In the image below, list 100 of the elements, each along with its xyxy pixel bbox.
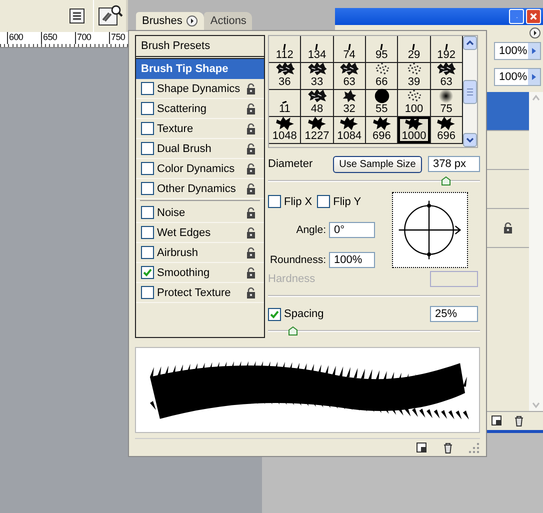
lock-icon[interactable]	[246, 182, 256, 194]
brush-tip-icon	[380, 44, 384, 50]
list-item[interactable]: Brush Tip Shape	[136, 59, 264, 79]
checkbox-label[interactable]: Spacing	[284, 308, 324, 320]
checkbox[interactable]	[141, 182, 154, 195]
option-label[interactable]: Noise	[157, 206, 243, 218]
brush-tip[interactable]: 63	[334, 63, 366, 90]
new-page-icon[interactable]	[416, 442, 428, 454]
brush-tip[interactable]: 39	[398, 63, 431, 90]
minimize-button[interactable]	[509, 9, 524, 24]
brush-tip[interactable]: 55	[366, 90, 398, 117]
brush-tip[interactable]: 33	[301, 63, 334, 90]
brush-tip[interactable]: 1000	[398, 117, 431, 144]
scroll-thumb-icon[interactable]	[463, 80, 477, 104]
sample-size-button[interactable]: Use Sample Size	[333, 156, 422, 172]
checkbox[interactable]	[141, 226, 154, 239]
angle-field[interactable]: 0°	[329, 222, 375, 238]
close-icon[interactable]	[529, 12, 538, 21]
brush-tip[interactable]: 1227	[301, 117, 334, 144]
brush-tip-icon	[348, 44, 351, 50]
checkbox[interactable]	[141, 286, 154, 299]
brush-tip-icon	[315, 44, 318, 50]
lock-icon[interactable]	[246, 246, 256, 258]
spacing-field[interactable]: 25%	[430, 306, 478, 322]
checkbox[interactable]	[317, 195, 330, 208]
percent-field[interactable]: 100%	[494, 68, 541, 86]
panel-tab[interactable]: Actions	[204, 12, 252, 30]
checkbox[interactable]	[141, 142, 154, 155]
trash-icon[interactable]	[513, 415, 525, 427]
option-label[interactable]: Shape Dynamics	[157, 82, 243, 94]
field-label: Roundness:	[268, 254, 326, 266]
diameter-field[interactable]: 378 px	[428, 156, 480, 172]
percent-field[interactable]: 100%	[494, 42, 541, 60]
lock-icon[interactable]	[246, 102, 256, 114]
brush-tip[interactable]: 36	[269, 63, 302, 90]
checkbox[interactable]	[268, 195, 281, 208]
slider-thumb[interactable]	[441, 176, 452, 186]
option-label[interactable]: Dual Brush	[157, 142, 243, 154]
trash-icon[interactable]	[442, 442, 454, 454]
lock-icon[interactable]	[246, 162, 256, 174]
brush-tip[interactable]: 32	[334, 90, 366, 117]
brush-tip[interactable]: 29	[398, 36, 431, 63]
brush-tip[interactable]: 74	[334, 36, 366, 63]
checkbox[interactable]	[141, 102, 154, 115]
slider-thumb[interactable]	[288, 326, 298, 336]
field-label: Diameter	[268, 158, 314, 170]
close-button[interactable]	[526, 9, 541, 24]
document-magnifier-icon[interactable]	[97, 4, 123, 28]
scroll-up-icon[interactable]	[463, 36, 477, 50]
brush-tip-icon	[283, 44, 286, 50]
scroll-down-icon[interactable]	[463, 133, 477, 147]
option-label[interactable]: Other Dynamics	[157, 182, 243, 194]
field-value: 100%	[499, 70, 528, 85]
resize-grip-icon[interactable]	[468, 442, 480, 454]
lock-icon[interactable]	[246, 206, 256, 218]
brush-shape-preview[interactable]	[392, 192, 468, 268]
lock-icon[interactable]	[246, 142, 256, 154]
checkbox-label[interactable]: Flip Y	[333, 196, 362, 208]
arrow-right-icon[interactable]	[528, 69, 540, 85]
field-label: Hardness	[268, 273, 316, 285]
checkbox[interactable]	[268, 308, 281, 320]
checkbox[interactable]	[141, 162, 154, 175]
checkbox[interactable]	[141, 246, 154, 259]
lock-icon[interactable]	[246, 226, 256, 238]
lock-icon[interactable]	[246, 286, 256, 298]
brush-tip[interactable]: 48	[301, 90, 334, 117]
brush-tip[interactable]: 696	[430, 117, 463, 144]
checkbox[interactable]	[141, 82, 154, 95]
checkbox[interactable]	[141, 266, 154, 279]
lock-icon[interactable]	[246, 122, 256, 134]
checkbox[interactable]	[141, 206, 154, 219]
option-label[interactable]: Airbrush	[157, 246, 243, 258]
panel-tab[interactable]: Brushes	[136, 12, 204, 30]
arrow-right-icon[interactable]	[528, 43, 540, 59]
brush-tip[interactable]: 112	[269, 36, 302, 63]
brush-tip[interactable]: 75	[430, 90, 463, 117]
field-label: Angle:	[295, 224, 326, 236]
field-value: 100%	[499, 44, 528, 59]
lock-icon[interactable]	[503, 222, 513, 234]
option-label[interactable]: Texture	[157, 122, 243, 134]
brush-tip[interactable]: 1048	[269, 117, 302, 144]
brush-tip[interactable]: 1084	[334, 117, 366, 144]
brush-tip-icon	[282, 101, 288, 104]
roundness-field[interactable]: 100%	[329, 252, 375, 268]
lock-icon[interactable]	[246, 266, 256, 278]
brush-tip-icon	[444, 44, 448, 50]
checkbox-label[interactable]: Flip X	[284, 196, 312, 208]
list-icon[interactable]	[69, 8, 85, 24]
checkbox[interactable]	[141, 122, 154, 135]
brush-tip[interactable]: 11	[269, 90, 302, 117]
option-label[interactable]: Scattering	[157, 102, 243, 114]
brush-tip[interactable]: 95	[366, 36, 398, 63]
scrollbar[interactable]	[463, 36, 477, 147]
lock-icon[interactable]	[246, 82, 256, 94]
new-page-icon[interactable]	[491, 415, 503, 427]
option-label[interactable]: Color Dynamics	[157, 162, 243, 174]
option-label[interactable]: Smoothing	[157, 266, 243, 278]
brush-tip[interactable]: 134	[301, 36, 334, 63]
option-label[interactable]: Wet Edges	[157, 226, 243, 238]
option-label[interactable]: Protect Texture	[157, 286, 243, 298]
